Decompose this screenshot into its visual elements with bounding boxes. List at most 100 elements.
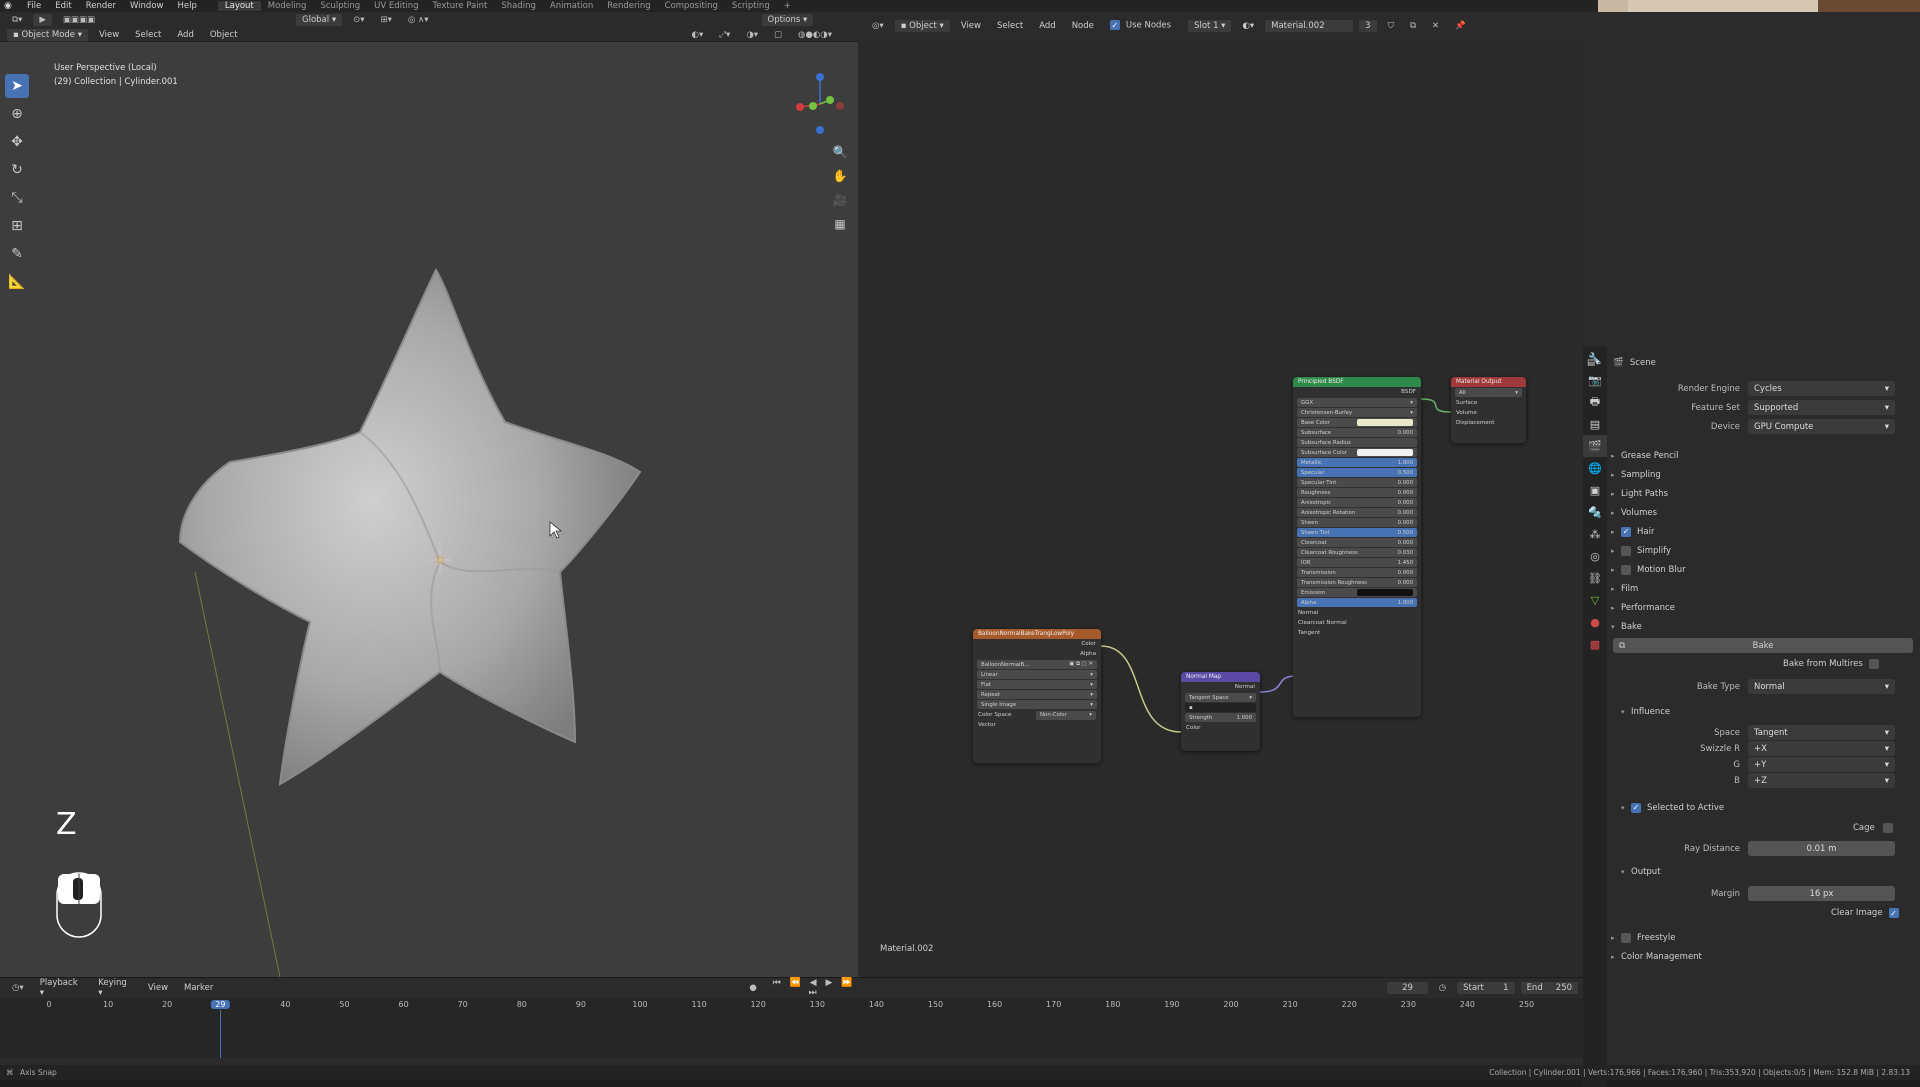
- device-dropdown[interactable]: GPU Compute ▾: [1748, 419, 1895, 434]
- normal-map-node[interactable]: Normal Map Normal Tangent Space ▾ ▪ Stren…: [1181, 672, 1260, 751]
- bsdf-input-row[interactable]: Alpha 1.000: [1297, 598, 1417, 607]
- render-tab-icon[interactable]: 📷: [1583, 369, 1607, 391]
- clear-image-row[interactable]: Clear Image ✓: [1831, 908, 1905, 918]
- viewport-menu-object[interactable]: Object: [204, 29, 244, 41]
- selected-to-active-checkbox[interactable]: ✓: [1631, 802, 1641, 813]
- cage-checkbox[interactable]: [1882, 823, 1893, 833]
- timeline-editor-type-icon[interactable]: ◷▾: [6, 982, 30, 994]
- star-balloon-mesh[interactable]: [0, 42, 858, 977]
- workspace-tab-layout[interactable]: Layout: [217, 1, 261, 11]
- modifier-tab-icon[interactable]: 🔩: [1583, 501, 1607, 523]
- select-mode-icon[interactable]: ▶: [32, 12, 53, 27]
- swizzle-b-dropdown[interactable]: +Z ▾: [1748, 773, 1895, 788]
- principled-bsdf-node[interactable]: Principled BSDF BSDF GGX ▾ Christensen-Bu…: [1293, 377, 1421, 717]
- timeline-ruler[interactable]: 0 10 20 29 40 50 60 70 80 90 100 110 120 130 140 150 160…: [0, 998, 1583, 1058]
- margin-field[interactable]: 16 px: [1748, 886, 1895, 901]
- swizzle-g-dropdown[interactable]: +Y ▾: [1748, 757, 1895, 772]
- clear-image-checkbox[interactable]: ✓: [1888, 908, 1899, 918]
- bsdf-input-row[interactable]: Anisotropic Rotation 0.000: [1297, 508, 1417, 517]
- viewport-menu-add[interactable]: Add: [171, 29, 199, 41]
- record-icon[interactable]: ●: [743, 982, 762, 994]
- bake-button[interactable]: ⧉ Bake: [1613, 638, 1913, 653]
- bsdf-input-row[interactable]: Emission: [1297, 588, 1417, 597]
- bsdf-input-row[interactable]: Clearcoat 0.000: [1297, 538, 1417, 547]
- hair-checkbox[interactable]: ✓: [1621, 526, 1631, 537]
- blender-logo-icon[interactable]: ◉: [4, 1, 16, 11]
- panel-volumes[interactable]: ▸ Volumes: [1611, 504, 1657, 521]
- scene-tab-icon[interactable]: 🎬: [1583, 435, 1607, 457]
- bsdf-input-row[interactable]: Clearcoat Roughness 0.030: [1297, 548, 1417, 557]
- overlays-icon[interactable]: ◑▾: [740, 29, 764, 41]
- output-tab-icon[interactable]: 🖶: [1583, 391, 1607, 413]
- strength-field[interactable]: Strength 1.000: [1185, 713, 1256, 722]
- interpolation-dropdown[interactable]: Linear ▾: [977, 670, 1097, 679]
- bsdf-input-row[interactable]: Subsurface 0.000: [1297, 428, 1417, 437]
- viewport-menu-select[interactable]: Select: [129, 29, 167, 41]
- output-target-dropdown[interactable]: All ▾: [1455, 388, 1522, 397]
- panel-freestyle[interactable]: ▸ Freestyle: [1611, 929, 1675, 946]
- panel-grease-pencil[interactable]: ▸ Grease Pencil: [1611, 447, 1679, 464]
- extension-dropdown[interactable]: Repeat ▾: [977, 690, 1097, 699]
- image-actions-icons[interactable]: ▣ ⧉ ▢ ✕: [1069, 661, 1093, 668]
- constraints-tab-icon[interactable]: ⛓: [1583, 567, 1607, 589]
- space-dropdown[interactable]: Tangent ▾: [1748, 725, 1895, 740]
- ray-distance-field[interactable]: 0.01 m: [1748, 841, 1895, 856]
- panel-performance[interactable]: ▸ Performance: [1611, 599, 1675, 616]
- workspace-tab-texture-paint[interactable]: Texture Paint: [426, 1, 495, 11]
- normal-space-dropdown[interactable]: Tangent Space ▾: [1185, 693, 1256, 702]
- shading-modes-icon[interactable]: ◍●◐◑▾: [792, 29, 838, 41]
- bsdf-input-row[interactable]: Metallic 1.000: [1297, 458, 1417, 467]
- visibility-icon[interactable]: ◐▾: [686, 29, 710, 41]
- bsdf-input-row[interactable]: Subsurface Radius: [1297, 438, 1417, 447]
- color-space-dropdown[interactable]: Non-Color ▾: [1036, 710, 1096, 720]
- render-engine-dropdown[interactable]: Cycles ▾: [1748, 381, 1895, 396]
- end-frame-field[interactable]: End 250: [1519, 980, 1580, 995]
- material-output-title[interactable]: Material Output: [1451, 377, 1526, 387]
- editor-type-icon[interactable]: ⧉▾: [6, 14, 28, 26]
- source-dropdown[interactable]: Single Image ▾: [977, 700, 1097, 709]
- subpanel-output[interactable]: ▾ Output: [1621, 863, 1661, 880]
- bake-from-multires-checkbox[interactable]: [1868, 659, 1879, 669]
- preview-range-icon[interactable]: ◷: [1433, 982, 1452, 994]
- bsdf-input-row[interactable]: Anisotropic 0.000: [1297, 498, 1417, 507]
- timeline-menu-playback[interactable]: Playback ▾: [34, 977, 89, 999]
- menu-help[interactable]: Help: [170, 1, 203, 11]
- data-tab-icon[interactable]: ▽: [1583, 589, 1607, 611]
- bsdf-input-row[interactable]: Specular Tint 0.000: [1297, 478, 1417, 487]
- material-output-node[interactable]: Material Output All ▾ Surface Volume Disp…: [1451, 377, 1526, 443]
- 3d-viewport[interactable]: ⧉▾ ▶ ▣▣▣▣ Global ▾ ⊙▾ ⊞▾ ◎ ∧▾ Options ▾ …: [0, 12, 858, 977]
- panel-color-management[interactable]: ▸ Color Management: [1611, 948, 1702, 965]
- simplify-checkbox[interactable]: [1621, 545, 1631, 556]
- menu-edit[interactable]: Edit: [48, 1, 78, 11]
- panel-motion-blur[interactable]: ▸ Motion Blur: [1611, 561, 1686, 578]
- menu-render[interactable]: Render: [79, 1, 123, 11]
- normal-map-node-title[interactable]: Normal Map: [1181, 672, 1260, 682]
- world-tab-icon[interactable]: 🌐: [1583, 457, 1607, 479]
- workspace-tab-sculpting[interactable]: Sculpting: [313, 1, 367, 11]
- distribution-dropdown[interactable]: GGX ▾: [1297, 398, 1417, 407]
- cage-row[interactable]: Cage: [1853, 823, 1899, 833]
- options-dropdown[interactable]: Options ▾: [760, 12, 815, 27]
- workspace-tab-rendering[interactable]: Rendering: [600, 1, 657, 11]
- workspace-tab-scripting[interactable]: Scripting: [725, 1, 777, 11]
- transform-orientation-dropdown[interactable]: Global ▾: [295, 12, 344, 27]
- physics-tab-icon[interactable]: ◎: [1583, 545, 1607, 567]
- timeline-menu-view[interactable]: View: [142, 982, 174, 994]
- image-name-field[interactable]: BalloonNormalB... ▣ ⧉ ▢ ✕: [977, 660, 1097, 669]
- workspace-tab-shading[interactable]: Shading: [494, 1, 543, 11]
- subpanel-selected-to-active[interactable]: ▾ ✓ Selected to Active: [1621, 799, 1724, 816]
- subpanel-influence[interactable]: ▾ Influence: [1621, 703, 1670, 720]
- properties-editor-type-icon[interactable]: ▤▾: [1587, 358, 1599, 368]
- shader-node-editor[interactable]: ◎▾ ▪ Object ▾ View Select Add Node ✓ Use …: [858, 12, 1583, 977]
- viewport-menu-view[interactable]: View: [93, 29, 125, 41]
- panel-simplify[interactable]: ▸ Simplify: [1611, 542, 1671, 559]
- menu-file[interactable]: File: [20, 1, 48, 11]
- playback-controls-icons[interactable]: ⏮ ⏪ ◀ ▶ ⏩ ⏭: [767, 978, 861, 998]
- xray-icon[interactable]: ▢: [768, 29, 788, 41]
- snap-icon[interactable]: ⊞▾: [375, 14, 398, 26]
- image-texture-node[interactable]: BalloonNormalBakeTrangLowPoly Color Alph…: [973, 629, 1101, 763]
- panel-hair[interactable]: ▸ ✓ Hair: [1611, 523, 1654, 540]
- gizmo-icon[interactable]: ⤢▾: [713, 29, 736, 41]
- bsdf-input-row[interactable]: Sheen Tint 0.500: [1297, 528, 1417, 537]
- motion-blur-checkbox[interactable]: [1621, 564, 1631, 575]
